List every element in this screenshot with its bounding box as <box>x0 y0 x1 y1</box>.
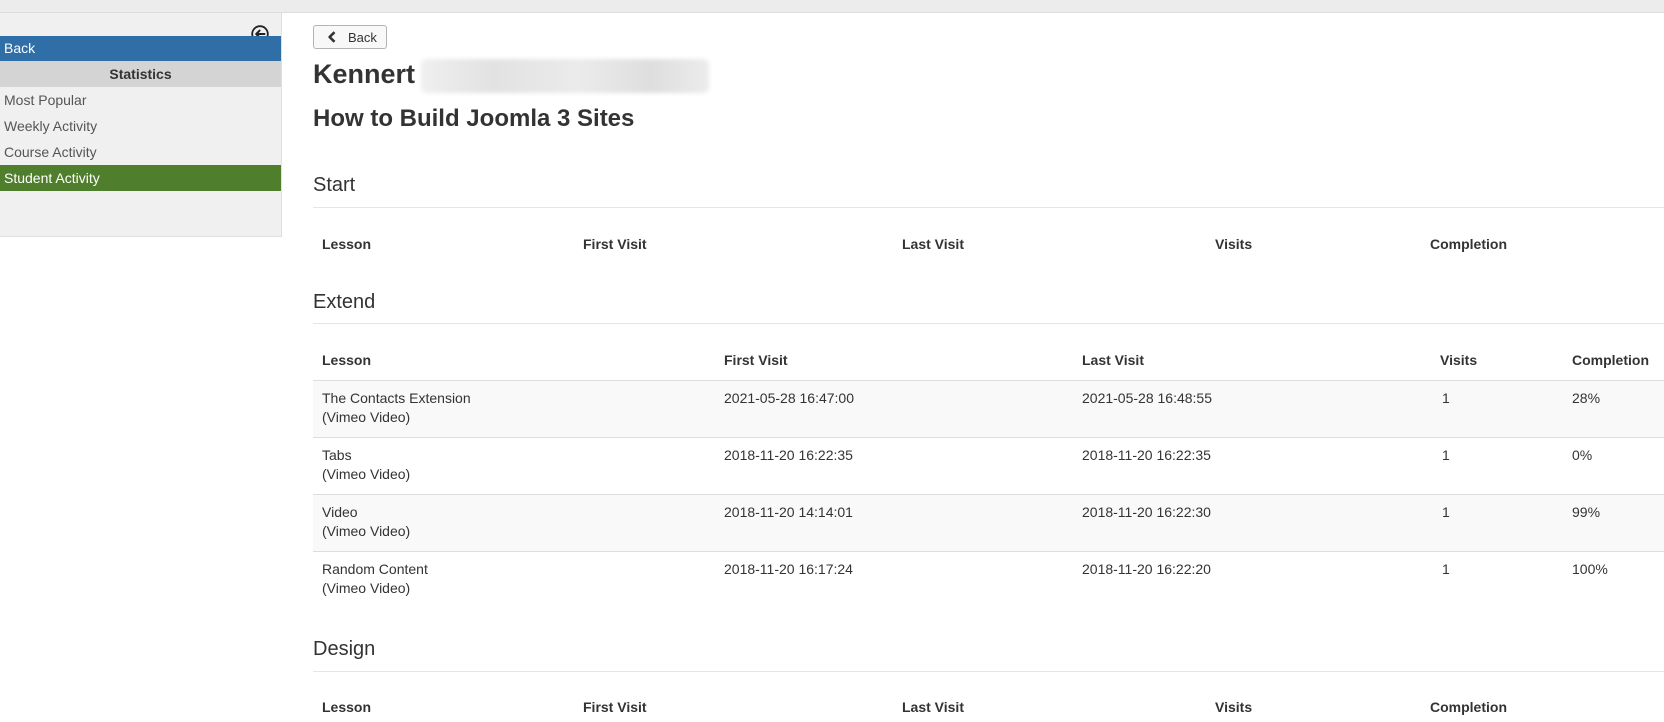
column-header-first-visit: First Visit <box>583 236 647 252</box>
column-header-visits: Visits <box>1215 699 1253 715</box>
column-header-last-visit: Last Visit <box>1082 352 1144 368</box>
sidebar-item-student-activity[interactable]: Student Activity <box>0 165 281 191</box>
student-first-name: Kennert <box>313 59 416 89</box>
column-header-last-visit: Last Visit <box>902 699 964 715</box>
section-title-start: Start <box>313 174 356 196</box>
column-header-first-visit: First Visit <box>583 699 647 715</box>
table-row: Video (Vimeo Video) 2018-11-20 14:14:01 … <box>313 494 1664 551</box>
section-title-extend: Extend <box>313 291 376 313</box>
column-header-first-visit: First Visit <box>724 352 788 368</box>
first-visit-cell: 2018-11-20 14:14:01 <box>724 504 853 520</box>
last-visit-cell: 2018-11-20 16:22:30 <box>1082 504 1211 520</box>
column-header-lesson: Lesson <box>322 352 372 368</box>
top-bar <box>0 0 1664 13</box>
back-button[interactable]: Back <box>313 25 387 49</box>
column-header-last-visit: Last Visit <box>902 236 964 252</box>
lesson-cell: Tabs (Vimeo Video) <box>322 446 410 484</box>
last-visit-cell: 2021-05-28 16:48:55 <box>1082 390 1212 406</box>
column-header-completion: Completion <box>1572 352 1649 368</box>
student-name: Kennert <box>313 58 710 93</box>
sidebar-back-link[interactable]: Back <box>0 36 281 61</box>
lesson-cell: Random Content (Vimeo Video) <box>322 560 428 598</box>
lesson-type: (Vimeo Video) <box>322 466 411 482</box>
lesson-title: Video <box>322 504 358 520</box>
completion-cell: 100% <box>1572 561 1608 577</box>
first-visit-cell: 2018-11-20 16:22:35 <box>724 447 853 463</box>
first-visit-cell: 2021-05-28 16:47:00 <box>724 390 854 406</box>
column-header-visits: Visits <box>1440 352 1478 368</box>
sidebar-item-most-popular[interactable]: Most Popular <box>0 87 281 113</box>
lesson-title: The Contacts Extension <box>322 390 471 406</box>
completion-cell: 99% <box>1572 504 1601 520</box>
divider <box>313 671 1664 672</box>
lesson-title: Random Content <box>322 561 428 577</box>
table-row: Tabs (Vimeo Video) 2018-11-20 16:22:35 2… <box>313 437 1664 494</box>
last-visit-cell: 2018-11-20 16:22:20 <box>1082 561 1211 577</box>
lesson-title: Tabs <box>322 447 352 463</box>
lesson-type: (Vimeo Video) <box>322 523 411 539</box>
last-visit-cell: 2018-11-20 16:22:35 <box>1082 447 1211 463</box>
column-header-completion: Completion <box>1430 236 1507 252</box>
divider <box>313 207 1664 208</box>
table-row: Random Content (Vimeo Video) 2018-11-20 … <box>313 551 1664 608</box>
section-title-design: Design <box>313 638 376 660</box>
column-header-completion: Completion <box>1430 699 1507 715</box>
lesson-cell: Video (Vimeo Video) <box>322 503 410 541</box>
sidebar-section-header: Statistics <box>0 61 281 87</box>
visits-cell: 1 <box>1442 390 1450 406</box>
first-visit-cell: 2018-11-20 16:17:24 <box>724 561 853 577</box>
sidebar-item-weekly-activity[interactable]: Weekly Activity <box>0 113 281 139</box>
column-header-lesson: Lesson <box>322 699 372 715</box>
lesson-type: (Vimeo Video) <box>322 580 411 596</box>
sidebar: Back Statistics Most Popular Weekly Acti… <box>0 13 282 237</box>
lesson-cell: The Contacts Extension (Vimeo Video) <box>322 389 471 427</box>
visits-cell: 1 <box>1442 447 1450 463</box>
divider <box>313 323 1664 324</box>
column-header-lesson: Lesson <box>322 236 372 252</box>
sidebar-item-course-activity[interactable]: Course Activity <box>0 139 281 165</box>
visits-cell: 1 <box>1442 561 1450 577</box>
column-header-visits: Visits <box>1215 236 1253 252</box>
completion-cell: 28% <box>1572 390 1601 406</box>
visits-cell: 1 <box>1442 504 1450 520</box>
lesson-type: (Vimeo Video) <box>322 409 411 425</box>
table-row: The Contacts Extension (Vimeo Video) 202… <box>313 380 1664 437</box>
chevron-left-icon <box>328 31 336 43</box>
course-title: How to Build Joomla 3 Sites <box>313 105 635 132</box>
completion-cell: 0% <box>1572 447 1593 463</box>
redacted-name-block <box>421 58 710 93</box>
back-button-label: Back <box>348 30 377 45</box>
